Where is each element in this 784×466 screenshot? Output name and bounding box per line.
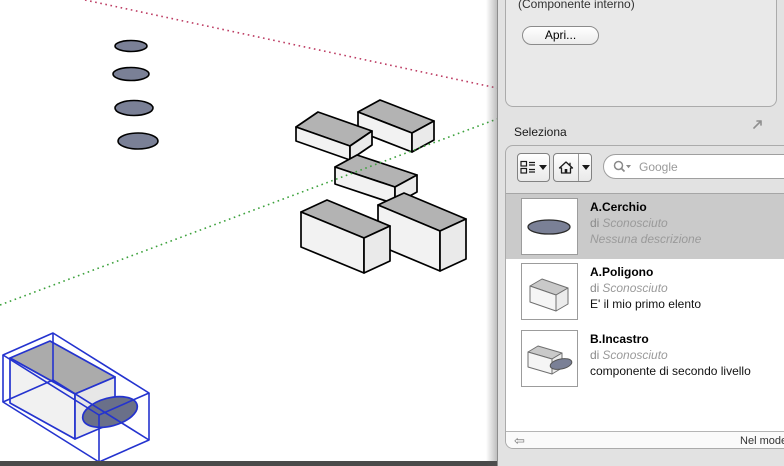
circle-component[interactable] [115,41,147,52]
home-dropdown-button[interactable] [579,154,592,181]
caret-down-icon [582,165,590,170]
circle-component[interactable] [113,68,149,81]
component-info-box: (Componente interno) Apri... [505,0,777,107]
component-description: Nessuna descrizione [590,231,701,247]
box-component[interactable] [378,193,466,271]
3d-viewport[interactable] [0,0,497,466]
list-view-icon [520,160,536,175]
by-label: di [590,281,599,295]
search-field[interactable] [603,154,784,179]
component-author: Sconosciuto [602,216,667,230]
by-label: di [590,348,599,362]
box-component[interactable] [301,200,390,273]
component-info-label: (Componente interno) [518,0,635,11]
component-title: A.Poligono [590,264,701,280]
search-caret-icon [626,165,631,168]
home-icon [558,160,574,175]
component-description: componente di secondo livello [590,363,751,379]
component-description: E' il mio primo elento [590,296,701,312]
list-item-poligono[interactable]: A.Poligono diSconosciuto E' il mio primo… [506,259,784,326]
components-panel: (Componente interno) Apri... Seleziona [498,0,784,466]
in-model-label: Nel modell [740,432,784,449]
list-item-incastro[interactable]: B.Incastro diSconosciuto componente di s… [506,326,784,393]
panel-divider [486,0,498,466]
circle-component[interactable] [118,133,158,149]
by-label: di [590,216,599,230]
caret-down-icon [539,165,547,170]
section-label-seleziona: Seleziona [514,125,567,139]
component-thumbnail [521,263,578,320]
viewport-canvas[interactable] [0,0,497,466]
collapse-panel-icon[interactable] [752,117,764,129]
view-options-button[interactable] [517,153,550,182]
select-section-box: A.Cerchio diSconosciuto Nessuna descrizi… [505,145,784,449]
search-input[interactable] [637,159,781,175]
box-components[interactable] [296,100,466,273]
home-button[interactable] [554,154,579,181]
component-title: B.Incastro [590,331,751,347]
component-thumbnail [521,198,578,255]
home-segmented-button [553,153,592,182]
circle-component[interactable] [115,101,153,116]
circle-components[interactable] [113,41,158,150]
back-arrow-icon[interactable]: ⇦ [514,432,525,449]
component-title: A.Cerchio [590,199,701,215]
open-button[interactable]: Apri... [522,26,599,45]
search-icon[interactable] [613,160,632,174]
component-author: Sconosciuto [602,281,667,295]
component-list: A.Cerchio diSconosciuto Nessuna descrizi… [506,193,784,431]
component-author: Sconosciuto [602,348,667,362]
selected-component[interactable] [3,333,149,462]
list-item-cerchio[interactable]: A.Cerchio diSconosciuto Nessuna descrizi… [506,194,784,259]
component-thumbnail [521,330,578,387]
sketchup-window: (Componente interno) Apri... Seleziona [0,0,784,466]
list-status-bar: ⇦ Nel modell [506,431,784,449]
viewport-bottom-edge [0,461,497,466]
